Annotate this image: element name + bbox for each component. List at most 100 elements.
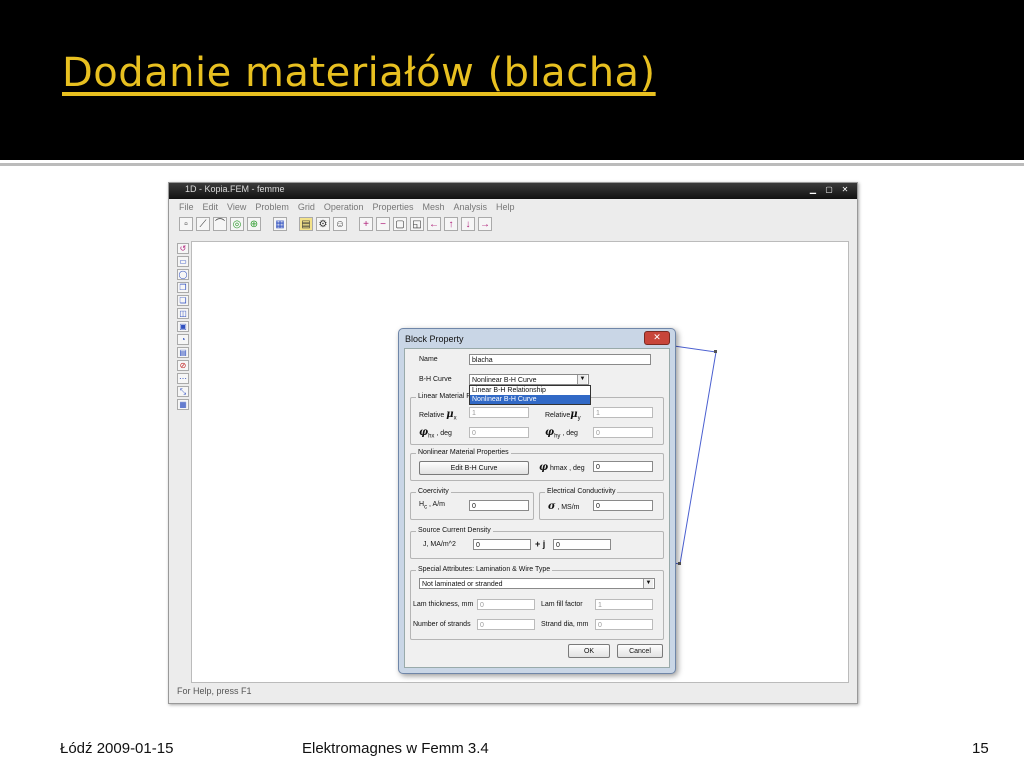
arc-mode-icon[interactable]: ⌒ [213, 217, 227, 231]
menu-mesh[interactable]: Mesh [422, 200, 444, 214]
dotted-grid-icon[interactable]: ⋯ [177, 373, 189, 384]
hc-field[interactable]: 0 [469, 500, 529, 511]
menu-properties[interactable]: Properties [372, 200, 413, 214]
bh-curve-options: Linear B-H Relationship Nonlinear B-H Cu… [469, 385, 591, 405]
offset-icon[interactable]: ▤ [177, 347, 189, 358]
toolbar: ▫ ⟋ ⌒ ◎ ⊕ ▦ ▤ ⚙ ☺ + − ▢ ◱ ← ↑ ↓ → [179, 215, 492, 233]
lam-fill-field[interactable]: 1 [595, 599, 653, 610]
run-icon[interactable]: ⚙ [316, 217, 330, 231]
special-attributes-group: Special Attributes: Lamination & Wire Ty… [410, 566, 664, 640]
dialog-body: Name blacha B-H Curve Nonlinear B-H Curv… [404, 348, 670, 668]
menu-operation[interactable]: Operation [324, 200, 364, 214]
name-field[interactable]: blacha [469, 354, 651, 365]
conductivity-group-title: Electrical Conductivity [545, 488, 618, 495]
copy-icon[interactable]: ❐ [177, 282, 189, 293]
femm-window: 1D - Kopia.FEM - femme ▁ ▢ ✕ File Edit V… [168, 182, 858, 704]
menu-help[interactable]: Help [496, 200, 515, 214]
pan-down-icon[interactable]: ↓ [461, 217, 475, 231]
maximize-icon[interactable]: ▢ [823, 185, 835, 195]
mu-y-field[interactable]: 1 [593, 407, 653, 418]
close-icon[interactable]: ✕ [839, 185, 851, 195]
coercivity-group: Coercivity Hc , A/m 0 [410, 488, 534, 520]
app-titlebar: 1D - Kopia.FEM - femme ▁ ▢ ✕ [169, 183, 857, 199]
mu-x-field[interactable]: 1 [469, 407, 529, 418]
option-nonlinear-bh[interactable]: Nonlinear B-H Curve [470, 395, 590, 404]
minimize-icon[interactable]: ▁ [807, 185, 819, 195]
left-toolbar: ↺ ▭ ◯ ❐ ❏ ◫ ▣ ◔ ▤ ⊘ ⋯ ⤡ ▦ [177, 243, 191, 410]
drawing-canvas[interactable]: Block Property ✕ Name blacha B-H Curve N… [191, 241, 849, 683]
lam-thickness-field[interactable]: 0 [477, 599, 535, 610]
dialog-title: Block Property [405, 334, 464, 344]
dialog-close-button[interactable]: ✕ [644, 331, 670, 345]
status-bar: For Help, press F1 [177, 686, 252, 696]
header-divider [0, 163, 1024, 166]
menu-file[interactable]: File [179, 200, 194, 214]
mesh-icon[interactable]: ▤ [299, 217, 313, 231]
name-label: Name [419, 356, 438, 363]
scale-icon[interactable]: ▣ [177, 321, 189, 332]
app-title: 1D - Kopia.FEM - femme [185, 184, 285, 194]
strand-dia-field[interactable]: 0 [595, 619, 653, 630]
bh-curve-label: B-H Curve [419, 376, 452, 383]
edit-bh-curve-button[interactable]: Edit B-H Curve [419, 461, 529, 475]
pan-up-icon[interactable]: ↑ [444, 217, 458, 231]
chevron-down-icon[interactable]: ▼ [643, 579, 653, 588]
coercivity-group-title: Coercivity [416, 488, 451, 495]
chevron-down-icon[interactable]: ▼ [577, 375, 587, 384]
view-results-icon[interactable]: ☺ [333, 217, 347, 231]
lam-thickness-label: Lam thickness, mm [413, 601, 474, 608]
mirror-icon[interactable]: ◫ [177, 308, 189, 319]
measure-icon[interactable]: ⤡ [177, 386, 189, 397]
fillet-icon[interactable]: ◔ [177, 334, 189, 345]
linear-group-title: Linear Material Pr [416, 393, 476, 400]
bh-curve-select[interactable]: Nonlinear B-H Curve ▼ [469, 374, 589, 385]
pan-right-icon[interactable]: → [478, 217, 492, 231]
phi-hx-label: φhx , deg [419, 427, 452, 440]
sigma-label: σ , MS/m [548, 501, 580, 512]
j-real-field[interactable]: 0 [473, 539, 531, 550]
menu-problem[interactable]: Problem [255, 200, 289, 214]
relative-mu-x-label: Relative μx [419, 409, 457, 422]
cancel-button[interactable]: Cancel [617, 644, 663, 658]
undo-icon[interactable]: ↺ [177, 243, 189, 254]
j-imag-field[interactable]: 0 [553, 539, 611, 550]
grid-icon[interactable]: ▦ [273, 217, 287, 231]
sigma-field[interactable]: 0 [593, 500, 653, 511]
hc-label: Hc , A/m [419, 501, 445, 511]
delete-icon[interactable]: ⊘ [177, 360, 189, 371]
block-property-dialog: Block Property ✕ Name blacha B-H Curve N… [398, 328, 676, 674]
zoom-out-icon[interactable]: − [376, 217, 390, 231]
menu-bar: File Edit View Problem Grid Operation Pr… [169, 200, 857, 214]
strands-label: Number of strands [413, 621, 471, 628]
node-mode-icon[interactable]: ▫ [179, 217, 193, 231]
phi-hy-label: φhy , deg [545, 427, 578, 440]
menu-view[interactable]: View [227, 200, 246, 214]
zoom-in-icon[interactable]: + [359, 217, 373, 231]
segment-mode-icon[interactable]: ⟋ [196, 217, 210, 231]
source-current-group: Source Current Density J, MA/m^2 0 + j 0 [410, 527, 664, 559]
zoom-window-icon[interactable]: ◱ [410, 217, 424, 231]
bh-curve-value: Nonlinear B-H Curve [472, 377, 537, 384]
move-icon[interactable]: ❏ [177, 295, 189, 306]
block-mode-icon[interactable]: ◎ [230, 217, 244, 231]
select-circle-icon[interactable]: ◯ [177, 269, 189, 280]
menu-edit[interactable]: Edit [203, 200, 219, 214]
menu-grid[interactable]: Grid [298, 200, 315, 214]
lamination-select[interactable]: Not laminated or stranded ▼ [419, 578, 655, 589]
zoom-natural-icon[interactable]: ▢ [393, 217, 407, 231]
conductivity-group: Electrical Conductivity σ , MS/m 0 [539, 488, 664, 520]
phi-hmax-field[interactable]: 0 [593, 461, 653, 472]
strands-field[interactable]: 0 [477, 619, 535, 630]
menu-analysis[interactable]: Analysis [454, 200, 488, 214]
group-mode-icon[interactable]: ⊕ [247, 217, 261, 231]
pan-left-icon[interactable]: ← [427, 217, 441, 231]
phi-hx-field[interactable]: 0 [469, 427, 529, 438]
option-linear-bh[interactable]: Linear B-H Relationship [470, 386, 590, 395]
grid-size-icon[interactable]: ▦ [177, 399, 189, 410]
phi-hy-field[interactable]: 0 [593, 427, 653, 438]
ok-button[interactable]: OK [568, 644, 610, 658]
nonlinear-properties-group: Nonlinear Material Properties Edit B-H C… [410, 449, 664, 481]
select-rect-icon[interactable]: ▭ [177, 256, 189, 267]
footer-title: Elektromagnes w Femm 3.4 [302, 740, 489, 757]
slide-header: Dodanie materiałów (blacha) [0, 0, 1024, 160]
